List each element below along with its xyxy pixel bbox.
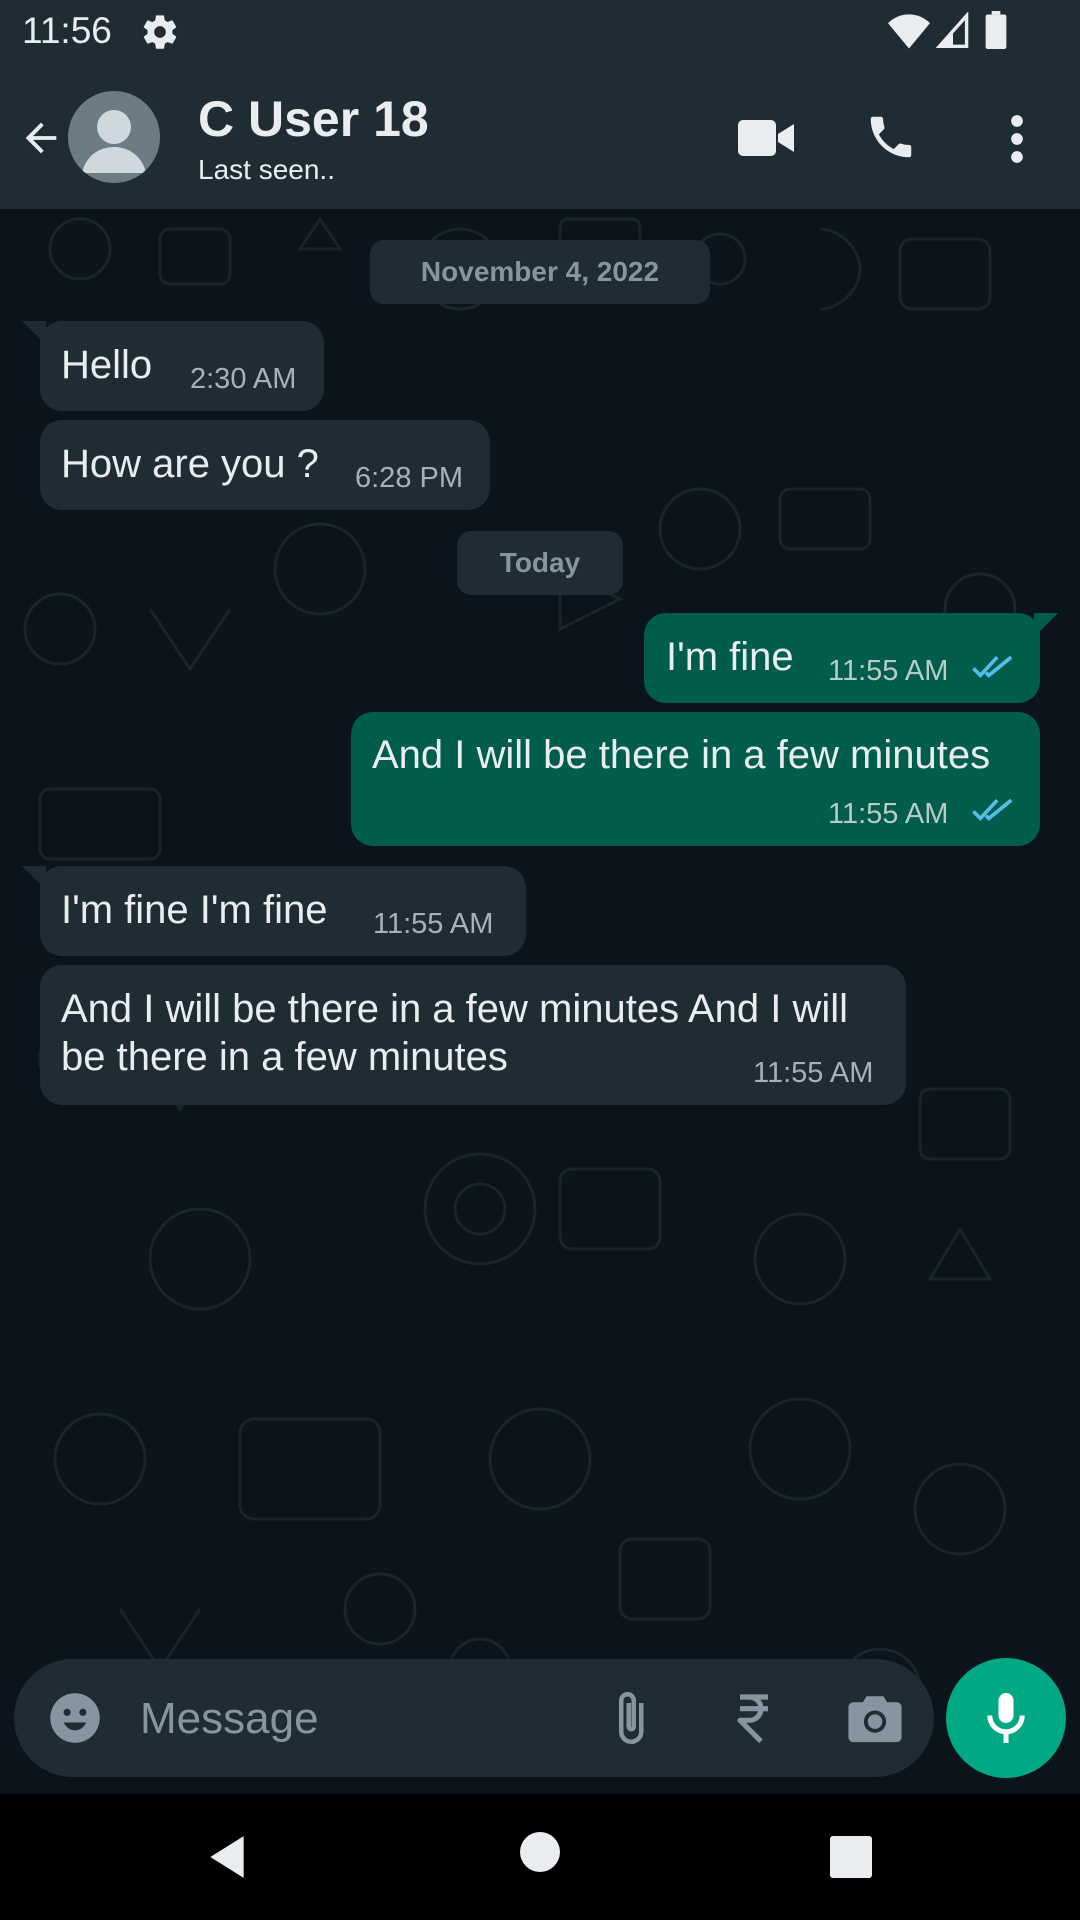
contact-last-seen: Last seen..	[198, 154, 335, 185]
person-icon	[82, 110, 146, 173]
message-composer	[14, 1659, 934, 1777]
date-separator: Today	[457, 531, 623, 595]
video-call-icon[interactable]	[738, 114, 794, 162]
message-text-line2: be there in a few minutes	[61, 1035, 508, 1079]
voice-message-button[interactable]	[946, 1658, 1066, 1778]
message-text: I'm fine	[666, 635, 794, 679]
gear-icon	[143, 15, 177, 49]
date-separator: November 4, 2022	[370, 240, 710, 304]
nav-recents-icon[interactable]	[830, 1836, 872, 1878]
read-receipt-icon	[972, 798, 1013, 822]
incoming-message[interactable]: I'm fine I'm fine 11:55 AM	[40, 866, 526, 956]
message-text: Hello	[61, 343, 153, 387]
nav-back-icon[interactable]	[202, 1832, 252, 1882]
nav-home-icon[interactable]	[520, 1832, 560, 1872]
camera-icon[interactable]	[846, 1691, 904, 1745]
message-time: 11:55 AM	[753, 1057, 874, 1089]
incoming-message[interactable]: And I will be there in a few minutes And…	[40, 965, 906, 1105]
chat-header: C User 18 Last seen..	[0, 62, 1080, 209]
contact-name[interactable]: C User 18	[198, 90, 429, 148]
outgoing-message[interactable]: I'm fine 11:55 AM	[644, 613, 1040, 703]
read-receipt-icon	[972, 655, 1013, 679]
message-time: 11:55 AM	[828, 655, 949, 687]
message-time: 11:55 AM	[828, 798, 949, 830]
message-text: How are you ?	[61, 442, 319, 486]
status-bar: 11:56	[0, 0, 1080, 62]
message-time: 2:30 AM	[190, 363, 297, 395]
chat-area[interactable]: November 4, 2022 Hello 2:30 AM How are y…	[0, 209, 1080, 1794]
more-options-icon[interactable]	[1000, 112, 1034, 166]
message-text: And I will be there in a few minutes	[372, 733, 991, 777]
outgoing-message[interactable]: And I will be there in a few minutes 11:…	[351, 712, 1040, 846]
attach-icon[interactable]	[600, 1687, 660, 1749]
message-text: I'm fine I'm fine	[61, 888, 328, 932]
signal-icon	[936, 12, 969, 48]
incoming-message[interactable]: How are you ? 6:28 PM	[40, 420, 490, 510]
message-time: 6:28 PM	[355, 462, 463, 494]
battery-icon	[985, 11, 1007, 49]
status-time: 11:56	[22, 10, 112, 51]
incoming-message[interactable]: Hello 2:30 AM	[40, 321, 324, 411]
voice-call-icon[interactable]	[864, 110, 918, 164]
emoji-icon[interactable]	[48, 1691, 102, 1745]
rupee-icon[interactable]	[726, 1689, 782, 1747]
system-navigation-bar	[0, 1794, 1080, 1920]
back-arrow-icon[interactable]	[18, 115, 64, 161]
mic-icon	[987, 1693, 1025, 1743]
avatar[interactable]	[68, 91, 160, 183]
message-text-line1: And I will be there in a few minutes And…	[61, 987, 849, 1031]
message-input[interactable]	[138, 1687, 582, 1751]
message-time: 11:55 AM	[373, 908, 494, 940]
wifi-icon	[888, 14, 930, 49]
